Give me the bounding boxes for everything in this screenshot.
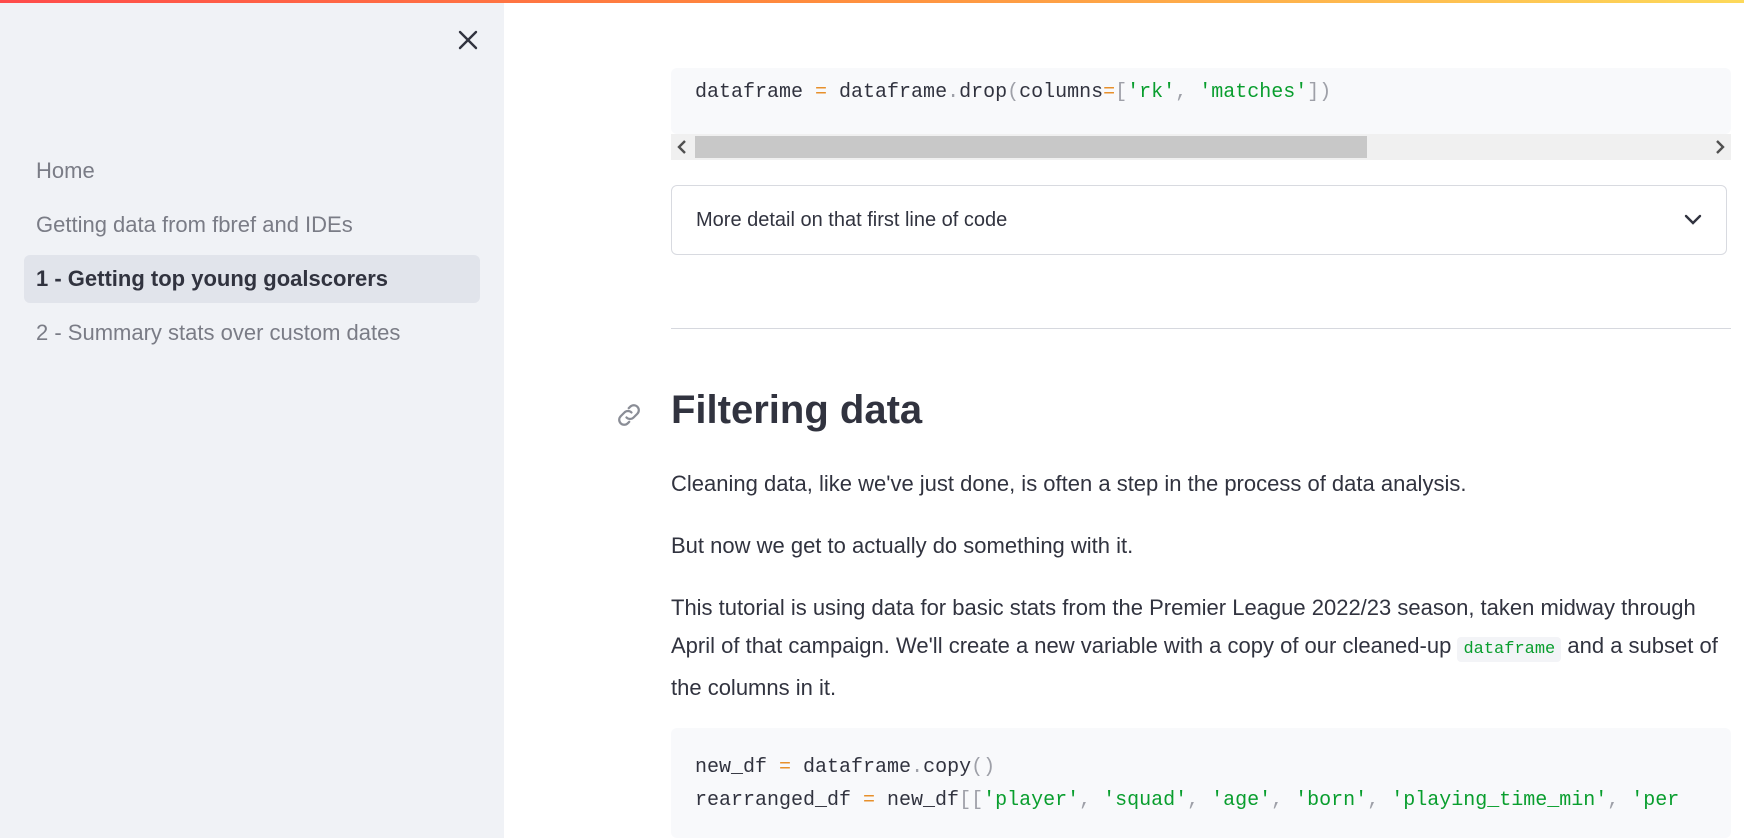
code-token: [[ xyxy=(959,789,984,812)
section-heading-filtering-data: Filtering data xyxy=(671,388,923,432)
code-token: dataframe xyxy=(839,81,948,104)
code-token: 'squad' xyxy=(1103,789,1188,812)
paragraph-cleaning-data: Cleaning data, like we've just done, is … xyxy=(671,471,1467,496)
code-token: , xyxy=(1187,789,1212,812)
section-divider xyxy=(671,328,1731,329)
code-block-drop: dataframe = dataframe.drop(columns=['rk'… xyxy=(671,68,1731,134)
code-token: columns xyxy=(1019,81,1104,104)
code-token: 'rk' xyxy=(1127,81,1176,104)
inline-code-dataframe: dataframe xyxy=(1457,637,1562,662)
code-token: = xyxy=(1103,81,1116,104)
sidebar-item-top-young-goalscorers[interactable]: 1 - Getting top young goalscorers xyxy=(24,255,480,303)
expander-label: More detail on that first line of code xyxy=(696,208,1008,231)
link-anchor-icon[interactable] xyxy=(614,400,644,430)
code-token: rearranged_df xyxy=(695,789,852,812)
code-token: 'age' xyxy=(1211,789,1272,812)
chevron-right-icon xyxy=(1716,140,1725,154)
scroll-right-button[interactable] xyxy=(1709,134,1731,160)
code-token: ]) xyxy=(1307,81,1332,104)
code-token: . xyxy=(911,756,924,779)
chevron-down-icon xyxy=(1684,214,1702,225)
scrollbar-thumb[interactable] xyxy=(695,136,1367,158)
code-token: () xyxy=(971,756,996,779)
code-token: dataframe xyxy=(695,81,804,104)
code-token: , xyxy=(1367,789,1392,812)
chevron-left-icon xyxy=(677,140,686,154)
code-token: = xyxy=(767,756,804,779)
code-token: 'born' xyxy=(1295,789,1368,812)
code-token: copy xyxy=(923,756,972,779)
sidebar-item-summary-stats[interactable]: 2 - Summary stats over custom dates xyxy=(24,309,480,357)
code-token: new_df xyxy=(695,756,768,779)
sidebar-nav: Home Getting data from fbref and IDEs 1 … xyxy=(24,147,480,363)
code-token: , xyxy=(1271,789,1296,812)
code-token: 'matches' xyxy=(1199,81,1308,104)
sidebar: Home Getting data from fbref and IDEs 1 … xyxy=(0,0,504,838)
code-token: 'playing_time_min' xyxy=(1391,789,1608,812)
close-x-icon xyxy=(458,30,478,50)
code-token: , xyxy=(1607,789,1632,812)
paragraph-now-do-something: But now we get to actually do something … xyxy=(671,533,1134,558)
code-token: ( xyxy=(1007,81,1020,104)
main-content: dataframe = dataframe.drop(columns=['rk'… xyxy=(504,0,1744,838)
expander-first-line-detail[interactable]: More detail on that first line of code xyxy=(671,185,1727,255)
code-line: rearranged_df = new_df[['player', 'squad… xyxy=(695,789,1679,812)
code-token: [ xyxy=(1115,81,1128,104)
code-line: dataframe = dataframe.drop(columns=['rk'… xyxy=(695,81,1331,104)
code-token: 'per xyxy=(1631,789,1680,812)
code-token: new_df xyxy=(887,789,960,812)
code-token: . xyxy=(947,81,960,104)
close-sidebar-button[interactable] xyxy=(452,24,484,56)
code-token: 'player' xyxy=(983,789,1080,812)
code-line: new_df = dataframe.copy() xyxy=(695,756,995,779)
code-token: = xyxy=(803,81,840,104)
horizontal-scrollbar[interactable] xyxy=(671,134,1731,160)
scroll-left-button[interactable] xyxy=(671,134,693,160)
code-block-new-df: new_df = dataframe.copy() rearranged_df … xyxy=(671,728,1731,838)
code-token: drop xyxy=(959,81,1008,104)
code-token: , xyxy=(1079,789,1104,812)
code-token: , xyxy=(1175,81,1200,104)
code-token: dataframe xyxy=(803,756,912,779)
sidebar-item-getting-data[interactable]: Getting data from fbref and IDEs xyxy=(24,201,480,249)
paragraph-tutorial-description: This tutorial is using data for basic st… xyxy=(671,589,1731,707)
code-token: = xyxy=(851,789,888,812)
sidebar-item-home[interactable]: Home xyxy=(24,147,480,195)
top-accent-bar xyxy=(0,0,1744,3)
